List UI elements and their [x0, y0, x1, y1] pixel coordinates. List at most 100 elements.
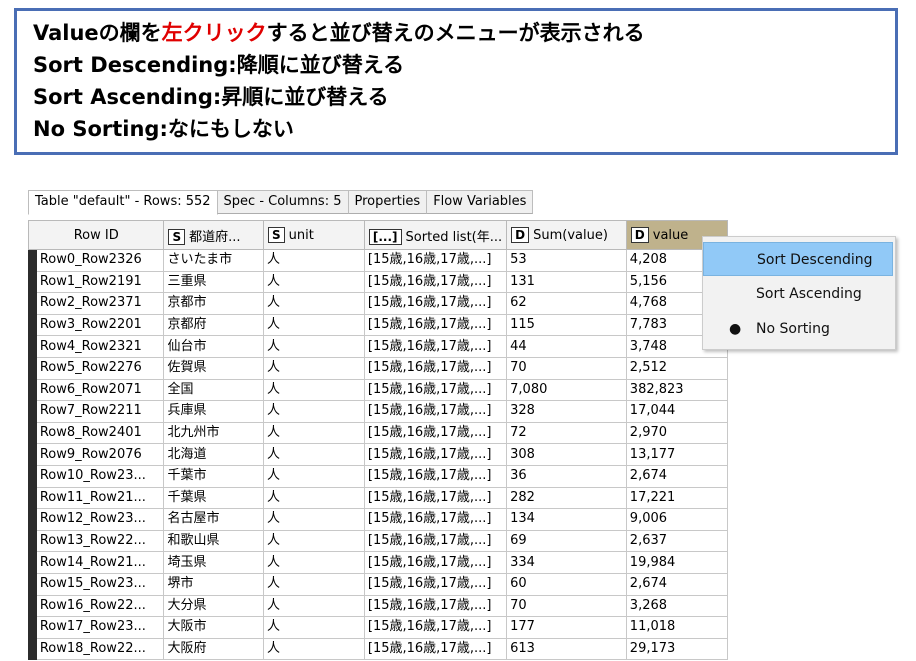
- row-id-cell[interactable]: Row7_Row2211: [35, 400, 165, 423]
- value-cell[interactable]: 2,637: [625, 529, 728, 553]
- unit-cell[interactable]: 人: [263, 551, 365, 574]
- tab-properties[interactable]: Properties: [347, 190, 428, 214]
- menu-item-sort-ascending[interactable]: Sort Ascending: [703, 277, 893, 311]
- prefecture-cell[interactable]: 三重県: [163, 270, 265, 294]
- unit-cell[interactable]: 人: [263, 270, 365, 294]
- sum-value-cell[interactable]: 131: [506, 270, 627, 294]
- row-id-cell[interactable]: Row0_Row2326: [35, 249, 165, 272]
- table-row[interactable]: Row2_Row2371 京都市人 [15歳,16歳,17歳,...] 62 4,768: [28, 292, 728, 315]
- sum-value-cell[interactable]: 36: [506, 464, 627, 488]
- sorted-list-cell[interactable]: [15歳,16歳,17歳,...]: [363, 443, 508, 466]
- unit-cell[interactable]: 人: [263, 335, 365, 358]
- table-row[interactable]: Row6_Row2071 全国人 [15歳,16歳,17歳,...] 7,080 382…: [28, 378, 728, 402]
- prefecture-cell[interactable]: 全国: [163, 378, 265, 402]
- row-id-cell[interactable]: Row11_Row21...: [35, 486, 165, 510]
- row-id-cell[interactable]: Row17_Row23...: [35, 616, 165, 639]
- tab-table[interactable]: Table "default" - Rows: 552: [28, 190, 218, 215]
- row-id-cell[interactable]: Row5_Row2276: [35, 356, 165, 380]
- sorted-list-cell[interactable]: [15歳,16歳,17歳,...]: [363, 616, 508, 639]
- unit-cell[interactable]: 人: [263, 486, 365, 510]
- sum-value-cell[interactable]: 282: [506, 486, 627, 510]
- prefecture-cell[interactable]: 京都府: [163, 313, 265, 337]
- value-cell[interactable]: 382,823: [625, 378, 728, 402]
- unit-cell[interactable]: 人: [263, 443, 365, 466]
- row-id-cell[interactable]: Row3_Row2201: [35, 313, 165, 337]
- unit-cell[interactable]: 人: [263, 249, 365, 272]
- unit-cell[interactable]: 人: [263, 400, 365, 423]
- sorted-list-cell[interactable]: [15歳,16歳,17歳,...]: [363, 508, 508, 531]
- sorted-list-cell[interactable]: [15歳,16歳,17歳,...]: [363, 270, 508, 294]
- sorted-list-cell[interactable]: [15歳,16歳,17歳,...]: [363, 356, 508, 380]
- menu-item-sort-descending[interactable]: Sort Descending: [703, 242, 893, 276]
- value-cell[interactable]: 17,221: [625, 486, 728, 510]
- table-row[interactable]: Row9_Row2076 北海道人 [15歳,16歳,17歳,...] 308 13,1…: [28, 443, 728, 466]
- sum-value-cell[interactable]: 334: [506, 551, 627, 574]
- prefecture-cell[interactable]: 和歌山県: [163, 529, 265, 553]
- table-row[interactable]: Row8_Row2401 北九州市人 [15歳,16歳,17歳,...] 72 2,97…: [28, 421, 728, 445]
- row-id-cell[interactable]: Row16_Row22...: [35, 594, 165, 618]
- sum-value-cell[interactable]: 115: [506, 313, 627, 337]
- prefecture-cell[interactable]: 京都市: [163, 292, 265, 315]
- row-id-cell[interactable]: Row10_Row23...: [35, 464, 165, 488]
- value-cell[interactable]: 19,984: [625, 551, 728, 574]
- unit-cell[interactable]: 人: [263, 292, 365, 315]
- unit-cell[interactable]: 人: [263, 616, 365, 639]
- sorted-list-cell[interactable]: [15歳,16歳,17歳,...]: [363, 551, 508, 574]
- sum-value-cell[interactable]: 44: [506, 335, 627, 358]
- tab-flow-variables[interactable]: Flow Variables: [426, 190, 534, 214]
- prefecture-cell[interactable]: 名古屋市: [163, 508, 265, 531]
- sorted-list-cell[interactable]: [15歳,16歳,17歳,...]: [363, 400, 508, 423]
- table-row[interactable]: Row14_Row21... 埼玉県人 [15歳,16歳,17歳,...] 334 19…: [28, 551, 728, 574]
- unit-cell[interactable]: 人: [263, 572, 365, 596]
- row-id-cell[interactable]: Row4_Row2321: [35, 335, 165, 358]
- sorted-list-cell[interactable]: [15歳,16歳,17歳,...]: [363, 529, 508, 553]
- sum-value-cell[interactable]: 613: [506, 637, 627, 661]
- sum-value-cell[interactable]: 134: [506, 508, 627, 531]
- table-row[interactable]: Row3_Row2201 京都府人 [15歳,16歳,17歳,...] 115 7,78…: [28, 313, 728, 337]
- prefecture-cell[interactable]: 仙台市: [163, 335, 265, 358]
- prefecture-cell[interactable]: 大分県: [163, 594, 265, 618]
- value-cell[interactable]: 17,044: [625, 400, 728, 423]
- sorted-list-cell[interactable]: [15歳,16歳,17歳,...]: [363, 421, 508, 445]
- unit-cell[interactable]: 人: [263, 529, 365, 553]
- table-row[interactable]: Row5_Row2276 佐賀県人 [15歳,16歳,17歳,...] 70 2,512: [28, 356, 728, 380]
- prefecture-cell[interactable]: 兵庫県: [163, 400, 265, 423]
- sum-value-cell[interactable]: 177: [506, 616, 627, 639]
- prefecture-cell[interactable]: 千葉市: [163, 464, 265, 488]
- unit-cell[interactable]: 人: [263, 508, 365, 531]
- value-cell[interactable]: 2,674: [625, 464, 728, 488]
- sum-value-cell[interactable]: 328: [506, 400, 627, 423]
- table-row[interactable]: Row11_Row21... 千葉県人 [15歳,16歳,17歳,...] 282 17…: [28, 486, 728, 510]
- sorted-list-cell[interactable]: [15歳,16歳,17歳,...]: [363, 464, 508, 488]
- unit-cell[interactable]: 人: [263, 356, 365, 380]
- table-row[interactable]: Row17_Row23... 大阪市人 [15歳,16歳,17歳,...] 177 11…: [28, 616, 728, 639]
- sorted-list-cell[interactable]: [15歳,16歳,17歳,...]: [363, 313, 508, 337]
- row-id-cell[interactable]: Row1_Row2191: [35, 270, 165, 294]
- sum-value-cell[interactable]: 72: [506, 421, 627, 445]
- value-cell[interactable]: 2,674: [625, 572, 728, 596]
- sorted-list-cell[interactable]: [15歳,16歳,17歳,...]: [363, 335, 508, 358]
- sorted-list-cell[interactable]: [15歳,16歳,17歳,...]: [363, 637, 508, 661]
- unit-cell[interactable]: 人: [263, 637, 365, 661]
- tab-spec[interactable]: Spec - Columns: 5: [216, 190, 349, 214]
- row-id-cell[interactable]: Row2_Row2371: [35, 292, 165, 315]
- table-row[interactable]: Row4_Row2321 仙台市人 [15歳,16歳,17歳,...] 44 3,748: [28, 335, 728, 358]
- sorted-list-cell[interactable]: [15歳,16歳,17歳,...]: [363, 572, 508, 596]
- row-id-cell[interactable]: Row14_Row21...: [35, 551, 165, 574]
- value-cell[interactable]: 29,173: [625, 637, 728, 661]
- column-header-sorted-list[interactable]: [...] Sorted list(年...: [363, 220, 508, 250]
- table-row[interactable]: Row13_Row22... 和歌山県人 [15歳,16歳,17歳,...] 69 2,…: [28, 529, 728, 553]
- unit-cell[interactable]: 人: [263, 464, 365, 488]
- sum-value-cell[interactable]: 53: [506, 249, 627, 272]
- table-row[interactable]: Row12_Row23... 名古屋市人 [15歳,16歳,17歳,...] 134 9…: [28, 508, 728, 531]
- column-header-sum-value[interactable]: D Sum(value): [506, 220, 627, 250]
- column-header-unit[interactable]: Sunit: [263, 220, 365, 250]
- sum-value-cell[interactable]: 69: [506, 529, 627, 553]
- sum-value-cell[interactable]: 70: [506, 356, 627, 380]
- prefecture-cell[interactable]: 堺市: [163, 572, 265, 596]
- table-row[interactable]: Row16_Row22... 大分県人 [15歳,16歳,17歳,...] 70 3,2…: [28, 594, 728, 618]
- row-id-cell[interactable]: Row13_Row22...: [35, 529, 165, 553]
- unit-cell[interactable]: 人: [263, 594, 365, 618]
- table-row[interactable]: Row1_Row2191 三重県人 [15歳,16歳,17歳,...] 131 5,15…: [28, 270, 728, 294]
- value-cell[interactable]: 11,018: [625, 616, 728, 639]
